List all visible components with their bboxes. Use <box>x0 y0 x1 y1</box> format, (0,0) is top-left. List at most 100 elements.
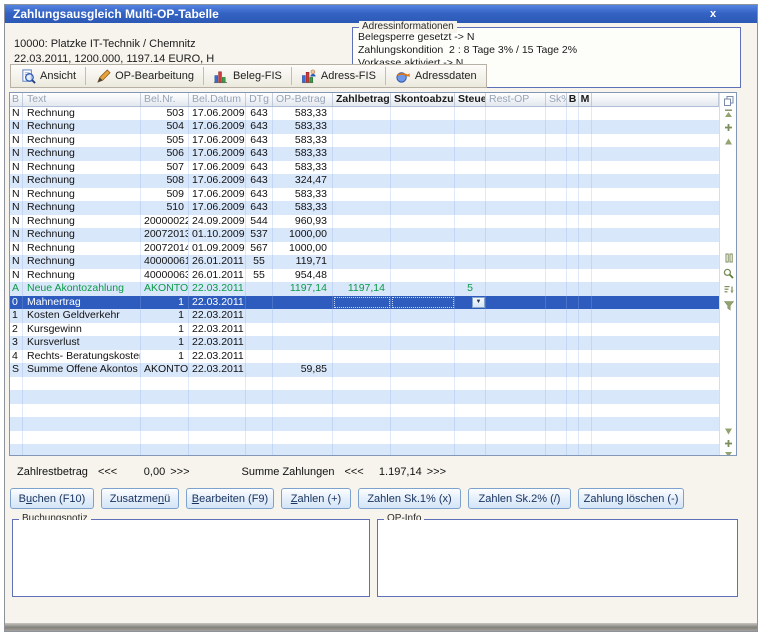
cell-datum[interactable]: 24.09.2009 /Do <box>189 215 246 229</box>
cell-b2[interactable] <box>567 161 579 175</box>
cell-datum[interactable]: 22.03.2011 /Di <box>189 296 246 310</box>
cell-op[interactable]: 583,33 <box>273 161 333 175</box>
cell-steue[interactable] <box>455 242 486 256</box>
cell-m[interactable] <box>579 188 592 202</box>
cell-datum[interactable]: 01.10.2009 /Do <box>189 228 246 242</box>
cell-dtg[interactable]: 643 <box>246 201 273 215</box>
table-row[interactable]: NRechnung2000002224.09.2009 /Do544960,93 <box>10 215 719 229</box>
cell-b[interactable]: 3 <box>10 336 23 350</box>
cell-nr[interactable]: 505 <box>141 134 189 148</box>
cell-skonto[interactable] <box>391 350 455 364</box>
column-header-datum[interactable]: Bel.Datum <box>189 93 246 106</box>
cell-steue[interactable] <box>455 107 486 121</box>
zahlen-sk1-button[interactable]: Zahlen Sk.1% (x) <box>358 488 461 509</box>
column-header-dtg[interactable]: DTg <box>246 93 273 106</box>
table-row[interactable]: NRechnung50517.06.2009 /Mi643583,33 <box>10 134 719 148</box>
cell-sk[interactable] <box>546 269 567 283</box>
cell-op[interactable] <box>273 336 333 350</box>
table-row[interactable]: NRechnung2007201401.09.2009 /Di5671000,0… <box>10 242 719 256</box>
cell-rest[interactable] <box>486 296 546 310</box>
cell-op[interactable]: 59,85 <box>273 363 333 377</box>
cell-skonto[interactable] <box>391 201 455 215</box>
cell-datum[interactable]: 22.03.2011 /Di <box>189 309 246 323</box>
steue-dropdown-button[interactable]: ▼ <box>472 297 485 308</box>
cell-dtg[interactable]: 643 <box>246 161 273 175</box>
cell-rest[interactable] <box>486 255 546 269</box>
cell-zahl[interactable] <box>333 336 391 350</box>
cell-zahl[interactable] <box>333 120 391 134</box>
cell-text[interactable]: Rechnung <box>23 107 141 121</box>
cell-m[interactable] <box>579 107 592 121</box>
cell-zahl[interactable] <box>333 147 391 161</box>
cell-b[interactable]: N <box>10 255 23 269</box>
cell-text[interactable]: Rechnung <box>23 201 141 215</box>
cell-zahl[interactable] <box>333 134 391 148</box>
cell-steue[interactable] <box>455 120 486 134</box>
cell-skonto[interactable] <box>391 255 455 269</box>
cell-m[interactable] <box>579 201 592 215</box>
cell-op[interactable] <box>273 296 333 310</box>
cell-b2[interactable] <box>567 107 579 121</box>
cell-rest[interactable] <box>486 228 546 242</box>
cell-zahl[interactable]: 1197,14 <box>333 282 391 296</box>
cell-skonto[interactable] <box>391 323 455 337</box>
cell-rest[interactable] <box>486 336 546 350</box>
cell-rest[interactable] <box>486 242 546 256</box>
cell-op[interactable]: 119,71 <box>273 255 333 269</box>
column-header-op[interactable]: OP-Betrag <box>273 93 333 106</box>
cell-steue[interactable] <box>455 309 486 323</box>
cell-datum[interactable]: 17.06.2009 /Mi <box>189 174 246 188</box>
cell-dtg[interactable]: 544 <box>246 215 273 229</box>
cell-nr[interactable]: 1 <box>141 336 189 350</box>
buchungsnotiz-textarea[interactable] <box>13 520 369 596</box>
cell-sk[interactable] <box>546 161 567 175</box>
table-row[interactable]: NRechnung50417.06.2009 /Mi643583,33 <box>10 120 719 134</box>
cell-dtg[interactable] <box>246 350 273 364</box>
cell-op[interactable]: 583,33 <box>273 107 333 121</box>
append-row-icon[interactable] <box>723 438 734 449</box>
cell-steue[interactable] <box>455 174 486 188</box>
cell-nr[interactable]: 504 <box>141 120 189 134</box>
cell-m[interactable] <box>579 215 592 229</box>
cell-text[interactable]: Kursgewinn <box>23 323 141 337</box>
cell-skonto[interactable] <box>391 215 455 229</box>
tab-op-bearbeitung[interactable]: OP-Bearbeitung <box>86 65 203 87</box>
cell-nr[interactable]: 507 <box>141 161 189 175</box>
cell-dtg[interactable]: 55 <box>246 255 273 269</box>
cell-m[interactable] <box>579 228 592 242</box>
cell-rest[interactable] <box>486 215 546 229</box>
cell-text[interactable]: Kursverlust <box>23 336 141 350</box>
cell-m[interactable] <box>579 269 592 283</box>
cell-m[interactable] <box>579 336 592 350</box>
cell-zahl[interactable] <box>333 201 391 215</box>
column-header-zahl[interactable]: Zahlbetrag <box>333 93 391 106</box>
cell-nr[interactable]: 20072013 <box>141 228 189 242</box>
cell-zahl[interactable] <box>333 323 391 337</box>
cell-dtg[interactable]: 643 <box>246 188 273 202</box>
cell-dtg[interactable] <box>246 363 273 377</box>
cell-steue[interactable] <box>455 188 486 202</box>
scroll-top-icon[interactable] <box>723 108 734 119</box>
cell-steue[interactable]: 5 <box>455 282 486 296</box>
cell-b[interactable]: N <box>10 161 23 175</box>
cell-rest[interactable] <box>486 147 546 161</box>
cell-m[interactable] <box>579 309 592 323</box>
cell-text[interactable]: Rechnung <box>23 161 141 175</box>
cell-steue[interactable] <box>455 134 486 148</box>
cell-skonto[interactable] <box>391 107 455 121</box>
cell-text[interactable]: Rechnung <box>23 120 141 134</box>
table-row-selected[interactable]: 0Mahnertrag122.03.2011 /Di▼ <box>10 296 719 310</box>
cell-skonto[interactable] <box>391 336 455 350</box>
cell-text[interactable]: Rechnung <box>23 255 141 269</box>
cell-sk[interactable] <box>546 242 567 256</box>
cell-dtg[interactable]: 55 <box>246 269 273 283</box>
scroll-bottom-icon[interactable] <box>723 450 734 456</box>
cell-m[interactable] <box>579 174 592 188</box>
cell-zahl[interactable] <box>333 309 391 323</box>
cell-m[interactable] <box>579 350 592 364</box>
cell-op[interactable]: 583,33 <box>273 134 333 148</box>
cell-nr[interactable]: 20072014 <box>141 242 189 256</box>
cell-b2[interactable] <box>567 255 579 269</box>
filter-icon[interactable] <box>723 300 734 311</box>
cell-datum[interactable]: 22.03.2011 /Di <box>189 363 246 377</box>
